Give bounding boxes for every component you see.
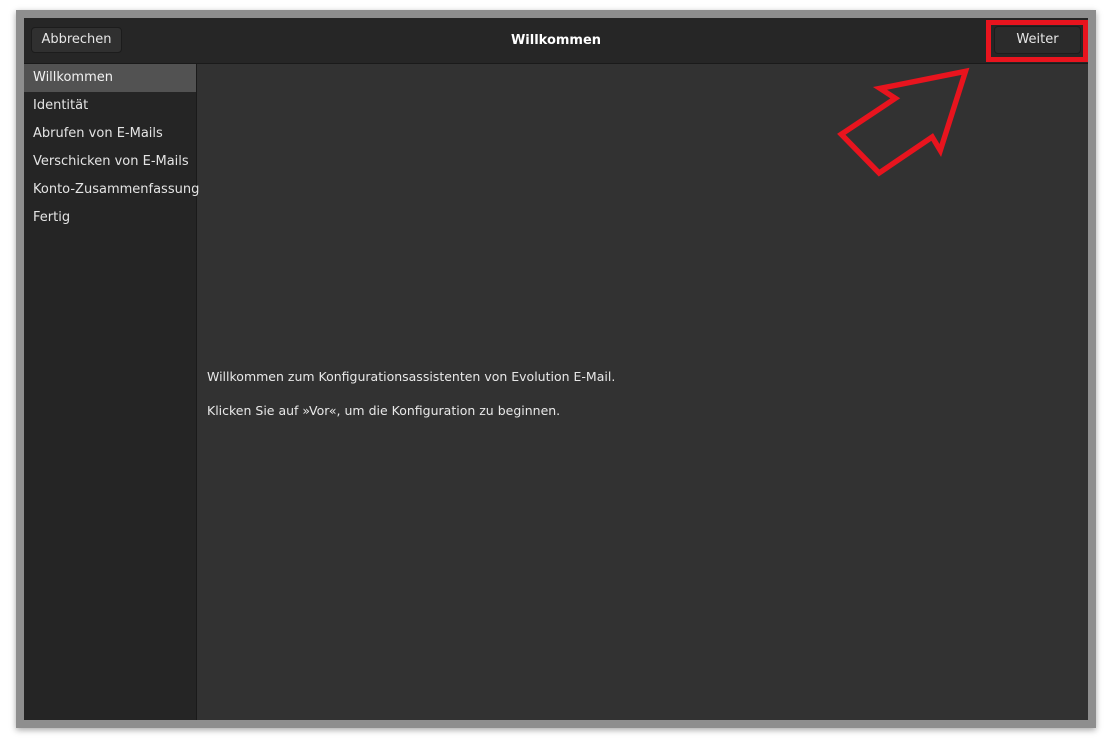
assistant-sidebar: Willkommen Identität Abrufen von E-Mails… xyxy=(24,64,199,720)
sidebar-item-zusammenfassung[interactable]: Konto-Zusammenfassung xyxy=(24,176,199,204)
sidebar-item-fertig[interactable]: Fertig xyxy=(24,204,196,232)
sidebar-item-abrufen[interactable]: Abrufen von E-Mails xyxy=(24,120,196,148)
welcome-text: Willkommen zum Konfigurationsassistenten… xyxy=(207,369,616,384)
instruction-text: Klicken Sie auf »Vor«, um die Konfigurat… xyxy=(207,403,561,418)
arrow-up-right-outline-icon xyxy=(837,67,970,177)
sidebar-item-verschicken[interactable]: Verschicken von E-Mails xyxy=(24,148,196,176)
window-title: Willkommen xyxy=(510,33,602,48)
cancel-button[interactable]: Abbrechen xyxy=(31,27,122,53)
sidebar-item-willkommen[interactable]: Willkommen xyxy=(24,64,196,92)
headerbar: Abbrechen Willkommen Weiter xyxy=(24,18,1088,64)
next-button-highlight xyxy=(986,20,1088,62)
sidebar-item-identitaet[interactable]: Identität xyxy=(24,92,196,120)
